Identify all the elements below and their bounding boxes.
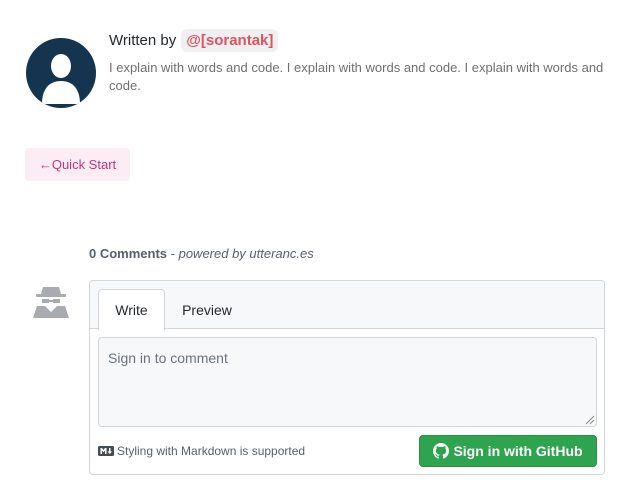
github-icon [433, 443, 450, 459]
author-line: Written by @[sorantak] [109, 26, 279, 54]
powered-by-link[interactable]: powered by utteranc.es [179, 246, 314, 261]
tab-preview[interactable]: Preview [172, 289, 242, 330]
resize-handle-icon[interactable] [585, 415, 595, 425]
sign-in-github-button[interactable]: Sign in with GitHub [419, 435, 597, 467]
markdown-note-text[interactable]: Styling with Markdown is supported [117, 444, 305, 458]
comment-tabs: Write Preview [90, 281, 604, 330]
markdown-note: Styling with Markdown is supported [98, 444, 305, 458]
user-silhouette-icon [42, 54, 80, 104]
author-avatar [26, 38, 96, 108]
author-prefix: Written by [109, 31, 177, 49]
header-separator: - [167, 246, 179, 261]
comments-header: 0 Comments - powered by utteranc.es [89, 246, 314, 261]
comment-count: 0 Comments [89, 246, 168, 261]
comment-form: Write Preview Styling with Markdown is s… [89, 280, 605, 475]
comment-input[interactable] [98, 337, 597, 427]
markdown-icon [98, 446, 114, 456]
anonymous-user-icon [33, 287, 69, 318]
tab-write[interactable]: Write [98, 289, 165, 330]
quick-start-back-button[interactable]: ←Quick Start [25, 148, 130, 181]
author-bio: I explain with words and code. I explain… [109, 60, 604, 93]
author-handle-link[interactable]: @[sorantak] [181, 28, 279, 52]
sign-in-github-label: Sign in with GitHub [453, 443, 583, 459]
